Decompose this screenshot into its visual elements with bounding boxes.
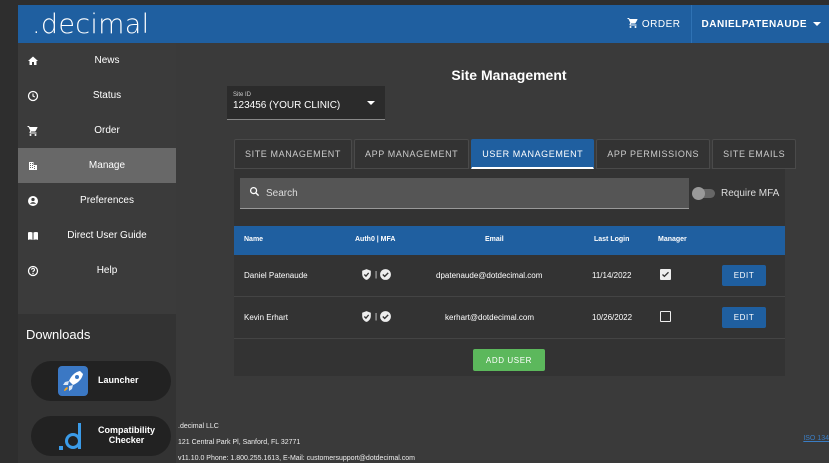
decimal-logo[interactable]: .decimal	[32, 9, 149, 40]
sidebar-item-label: Help	[96, 265, 118, 276]
window-frame-left	[0, 0, 18, 463]
manager-checkbox[interactable]	[660, 311, 671, 322]
shield-check-icon	[362, 269, 371, 280]
sidebar-item-label: Preferences	[80, 195, 134, 206]
launcher-download-button[interactable]: Launcher	[31, 361, 171, 401]
column-header-name: Name	[244, 236, 264, 243]
sidebar-item-preferences[interactable]: Preferences	[18, 183, 176, 218]
sidebar-item-status[interactable]: Status	[18, 78, 176, 113]
check-circle-icon	[380, 311, 391, 322]
site-id-value: 123456 (YOUR CLINIC)	[233, 100, 341, 111]
sidebar-item-label: Direct User Guide	[67, 230, 147, 241]
user-name-cell: Kevin Erhart	[244, 313, 289, 322]
downloads-section: Downloads Launcher Compatibility Checker	[18, 314, 176, 463]
search-field	[240, 178, 689, 209]
sidebar-item-label: Status	[92, 90, 122, 101]
compatibility-checker-download-button[interactable]: Compatibility Checker	[31, 416, 171, 456]
cart-icon	[27, 125, 39, 137]
label-line: Checker	[108, 435, 145, 445]
manage-icon	[27, 160, 39, 172]
tab-app-management[interactable]: APP MANAGEMENT	[354, 139, 470, 169]
edit-button[interactable]: EDIT	[722, 265, 766, 286]
order-link[interactable]: ORDER	[617, 17, 691, 32]
sidebar-item-direct-user-guide[interactable]: Direct User Guide	[18, 218, 176, 253]
order-label: ORDER	[641, 18, 681, 30]
footer-contact: v11.10.0 Phone: 1.800.255.1613, E-Mail: …	[178, 455, 415, 462]
last-login-cell: 10/26/2022	[592, 313, 633, 322]
tab-user-management[interactable]: USER MANAGEMENT	[471, 139, 595, 169]
table-row: Daniel Patenaude | dpatenaude@dotdecimal…	[234, 255, 785, 297]
tab-app-permissions[interactable]: APP PERMISSIONS	[596, 139, 711, 169]
account-icon	[27, 195, 39, 207]
home-icon	[27, 55, 39, 67]
tab-site-emails[interactable]: SITE EMAILS	[712, 139, 797, 169]
auth-separator: |	[375, 312, 378, 321]
book-icon	[27, 230, 39, 242]
help-icon	[27, 265, 39, 277]
shield-check-icon	[362, 311, 371, 322]
user-management-panel: Require MFA Name Auth0 | MFA Email Last …	[234, 169, 785, 376]
downloads-title: Downloads	[26, 327, 91, 342]
decimal-d-icon	[58, 421, 88, 451]
manager-checkbox[interactable]	[660, 269, 671, 280]
sidebar-item-label: Order	[94, 125, 120, 136]
cart-icon	[627, 17, 639, 32]
top-header: .decimal ORDER DANIELPATENAUDE	[18, 5, 829, 43]
iso-link[interactable]: ISO 134	[803, 435, 829, 442]
chevron-down-icon	[367, 101, 375, 105]
check-icon	[662, 271, 669, 278]
auth-status-cell: |	[360, 310, 392, 323]
chevron-down-icon	[813, 22, 821, 26]
site-id-label: Site ID	[233, 92, 252, 98]
tab-site-management[interactable]: SITE MANAGEMENT	[234, 139, 353, 169]
require-mfa-toggle[interactable]	[692, 187, 715, 200]
email-cell: kerhart@dotdecimal.com	[445, 313, 535, 322]
table-header: Name Auth0 | MFA Email Last Login Manage…	[234, 226, 785, 255]
add-user-button[interactable]: ADD USER	[473, 349, 545, 371]
auth-separator: |	[375, 270, 378, 279]
user-menu[interactable]: DANIELPATENAUDE	[692, 19, 829, 30]
column-header-last-login: Last Login	[594, 236, 630, 243]
sidebar-item-order[interactable]: Order	[18, 113, 176, 148]
sidebar-item-news[interactable]: News	[18, 43, 176, 78]
management-tabs: SITE MANAGEMENT APP MANAGEMENT USER MANA…	[234, 139, 798, 169]
sidebar-item-help[interactable]: Help	[18, 253, 176, 288]
user-name-cell: Daniel Patenaude	[244, 271, 308, 280]
search-input[interactable]	[266, 187, 666, 199]
require-mfa-label: Require MFA	[721, 188, 780, 199]
launcher-label: Launcher	[98, 375, 139, 386]
compatibility-checker-label: Compatibility Checker	[98, 425, 156, 446]
footer-company: .decimal LLC	[178, 423, 219, 430]
email-cell: dpatenaude@dotdecimal.com	[436, 271, 543, 280]
clock-icon	[27, 90, 39, 102]
sidebar-item-label: News	[94, 55, 120, 66]
sidebar: News Status Order Manage Preferences Dir…	[18, 43, 176, 463]
require-mfa-toggle-group: Require MFA	[692, 187, 780, 200]
header-actions: ORDER DANIELPATENAUDE	[617, 5, 829, 43]
check-circle-icon	[380, 269, 391, 280]
rocket-icon	[58, 366, 88, 396]
sidebar-item-manage[interactable]: Manage	[18, 148, 176, 183]
page-title: Site Management	[451, 67, 567, 83]
search-icon	[249, 184, 260, 202]
footer: .decimal LLC 121 Central Park Pl, Sanfor…	[178, 419, 415, 463]
site-id-select[interactable]: Site ID 123456 (YOUR CLINIC)	[227, 86, 385, 120]
auth-status-cell: |	[360, 268, 392, 281]
column-header-email: Email	[485, 236, 504, 243]
main-content: Site Management Site ID 123456 (YOUR CLI…	[176, 43, 829, 463]
user-name: DANIELPATENAUDE	[701, 18, 807, 30]
footer-address: 121 Central Park Pl, Sanford, FL 32771	[178, 439, 301, 446]
last-login-cell: 11/14/2022	[592, 271, 632, 280]
label-line: Compatibility	[98, 425, 156, 436]
edit-button[interactable]: EDIT	[722, 307, 766, 328]
sidebar-item-label: Manage	[88, 160, 126, 171]
table-row: Kevin Erhart | kerhart@dotdecimal.com 10…	[234, 297, 785, 339]
column-header-manager: Manager	[658, 236, 687, 243]
column-header-auth: Auth0 | MFA	[355, 236, 396, 243]
